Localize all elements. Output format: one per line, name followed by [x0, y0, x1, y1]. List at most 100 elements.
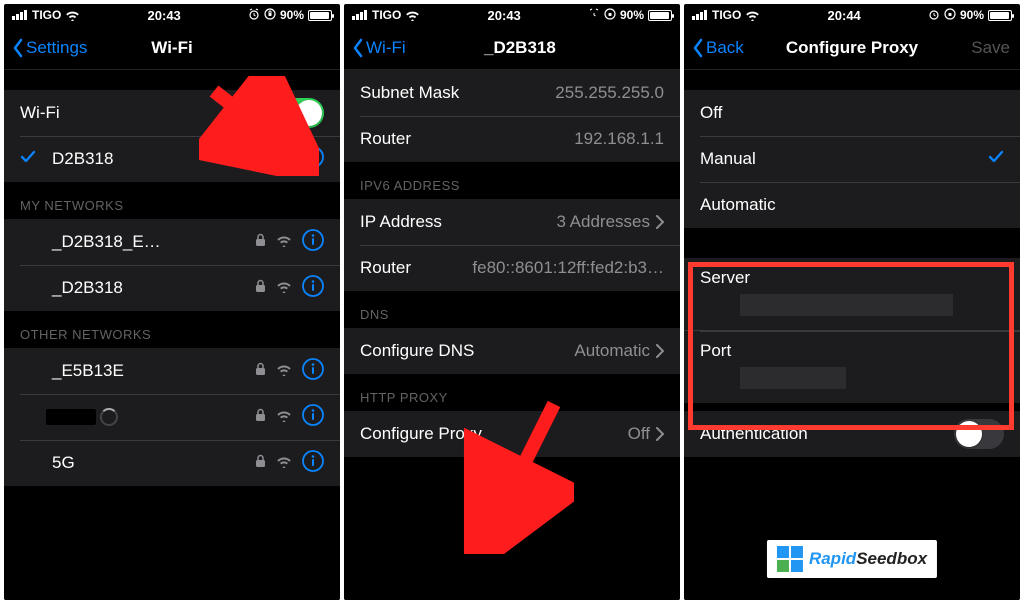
- brand-logo: RapidSeedbox: [767, 540, 937, 578]
- save-button[interactable]: Save: [971, 38, 1010, 58]
- info-icon[interactable]: [302, 229, 324, 256]
- alarm-icon: [928, 8, 940, 23]
- wifi-icon: [65, 10, 80, 21]
- server-label: Server: [700, 268, 1004, 288]
- orientation-lock-icon: [604, 8, 616, 23]
- network-row[interactable]: 5G: [4, 440, 340, 486]
- ipv6-router-row[interactable]: Router fe80::8601:12ff:fed2:b3…: [344, 245, 680, 291]
- back-button[interactable]: Wi-Fi: [352, 38, 406, 58]
- http-proxy-header: HTTP PROXY: [344, 374, 680, 411]
- info-icon[interactable]: [302, 450, 324, 477]
- spinner-icon: [100, 408, 118, 426]
- lock-icon: [255, 453, 266, 473]
- battery-percent: 90%: [280, 8, 304, 22]
- proxy-option-manual[interactable]: Manual: [684, 136, 1020, 182]
- network-row[interactable]: [4, 394, 340, 440]
- cellular-signal-icon: [692, 10, 708, 20]
- proxy-option-off[interactable]: Off: [684, 90, 1020, 136]
- back-button[interactable]: Back: [692, 38, 744, 58]
- network-row[interactable]: _E5B13E: [4, 348, 340, 394]
- cellular-signal-icon: [12, 10, 28, 20]
- checkmark-icon: [20, 149, 36, 170]
- screen-configure-proxy: TIGO 20:44 90% Back Configure Proxy Save: [684, 4, 1020, 600]
- info-icon[interactable]: [302, 146, 324, 173]
- back-button[interactable]: Settings: [12, 38, 87, 58]
- proxy-option-automatic[interactable]: Automatic: [684, 182, 1020, 228]
- configure-proxy-row[interactable]: Configure Proxy Off: [344, 411, 680, 457]
- lock-icon: [255, 232, 266, 252]
- wifi-label: Wi-Fi: [20, 103, 274, 123]
- clock: 20:43: [420, 8, 588, 23]
- authentication-toggle[interactable]: [954, 419, 1004, 449]
- chevron-right-icon: [656, 427, 664, 441]
- wifi-strength-icon: [276, 361, 292, 381]
- redacted-prefix: [414, 40, 484, 56]
- battery-icon: [988, 10, 1012, 21]
- cellular-signal-icon: [352, 10, 368, 20]
- network-row[interactable]: _D2B318_E…: [4, 219, 340, 265]
- carrier-label: TIGO: [712, 8, 741, 22]
- lock-icon: [255, 278, 266, 298]
- clock: 20:44: [760, 8, 928, 23]
- port-row[interactable]: Port: [684, 330, 1020, 403]
- connected-network-row[interactable]: D2B318: [4, 136, 340, 182]
- wifi-icon: [405, 10, 420, 21]
- info-icon[interactable]: [302, 404, 324, 431]
- battery-percent: 90%: [960, 8, 984, 22]
- battery-icon: [308, 10, 332, 21]
- chevron-right-icon: [656, 344, 664, 358]
- wifi-icon: [745, 10, 760, 21]
- alarm-icon: [248, 8, 260, 23]
- carrier-label: TIGO: [32, 8, 61, 22]
- chevron-right-icon: [656, 215, 664, 229]
- back-label: Wi-Fi: [366, 38, 406, 58]
- back-label: Settings: [26, 38, 87, 58]
- my-networks-header: MY NETWORKS: [4, 182, 340, 219]
- orientation-lock-icon: [264, 8, 276, 23]
- nav-bar: Wi-Fi _D2B318: [344, 26, 680, 70]
- info-icon[interactable]: [302, 358, 324, 385]
- subnet-mask-value: 255.255.255.0: [555, 83, 664, 103]
- dns-header: DNS: [344, 291, 680, 328]
- page-title: _D2B318: [414, 38, 670, 58]
- alarm-icon: [588, 8, 600, 23]
- brand-mark-icon: [777, 546, 803, 572]
- other-networks-header: OTHER NETWORKS: [4, 311, 340, 348]
- ipv6-address-row[interactable]: IP Address 3 Addresses: [344, 199, 680, 245]
- configure-dns-row[interactable]: Configure DNS Automatic: [344, 328, 680, 374]
- port-label: Port: [700, 341, 1004, 361]
- ipv6-header: IPV6 ADDRESS: [344, 162, 680, 199]
- screen-network-details: TIGO 20:43 90% Wi-Fi _D2B318: [344, 4, 680, 600]
- lock-icon: [255, 407, 266, 427]
- authentication-row[interactable]: Authentication: [684, 411, 1020, 457]
- lock-icon: [255, 149, 266, 169]
- checkmark-icon: [988, 149, 1004, 170]
- lock-icon: [255, 361, 266, 381]
- nav-bar: Settings Wi-Fi: [4, 26, 340, 70]
- wifi-toggle[interactable]: [274, 98, 324, 128]
- wifi-strength-icon: [276, 278, 292, 298]
- subnet-mask-row[interactable]: Subnet Mask 255.255.255.0: [344, 70, 680, 116]
- wifi-strength-icon: [276, 407, 292, 427]
- router-row[interactable]: Router 192.168.1.1: [344, 116, 680, 162]
- server-row[interactable]: Server: [684, 258, 1020, 330]
- status-bar: TIGO 20:43 90%: [4, 4, 340, 26]
- server-input[interactable]: [740, 294, 953, 316]
- info-icon[interactable]: [302, 275, 324, 302]
- battery-percent: 90%: [620, 8, 644, 22]
- status-bar: TIGO 20:43 90%: [344, 4, 680, 26]
- clock: 20:43: [80, 8, 248, 23]
- router-value: 192.168.1.1: [574, 129, 664, 149]
- wifi-strength-icon: [276, 232, 292, 252]
- wifi-strength-icon: [276, 149, 292, 169]
- battery-icon: [648, 10, 672, 21]
- wifi-strength-icon: [276, 453, 292, 473]
- wifi-toggle-row[interactable]: Wi-Fi: [4, 90, 340, 136]
- network-row[interactable]: _D2B318: [4, 265, 340, 311]
- network-name: D2B318: [52, 149, 113, 168]
- screen-wifi-list: TIGO 20:43 90% Settings Wi-Fi: [4, 4, 340, 600]
- port-input[interactable]: [740, 367, 846, 389]
- orientation-lock-icon: [944, 8, 956, 23]
- back-label: Back: [706, 38, 744, 58]
- status-bar: TIGO 20:44 90%: [684, 4, 1020, 26]
